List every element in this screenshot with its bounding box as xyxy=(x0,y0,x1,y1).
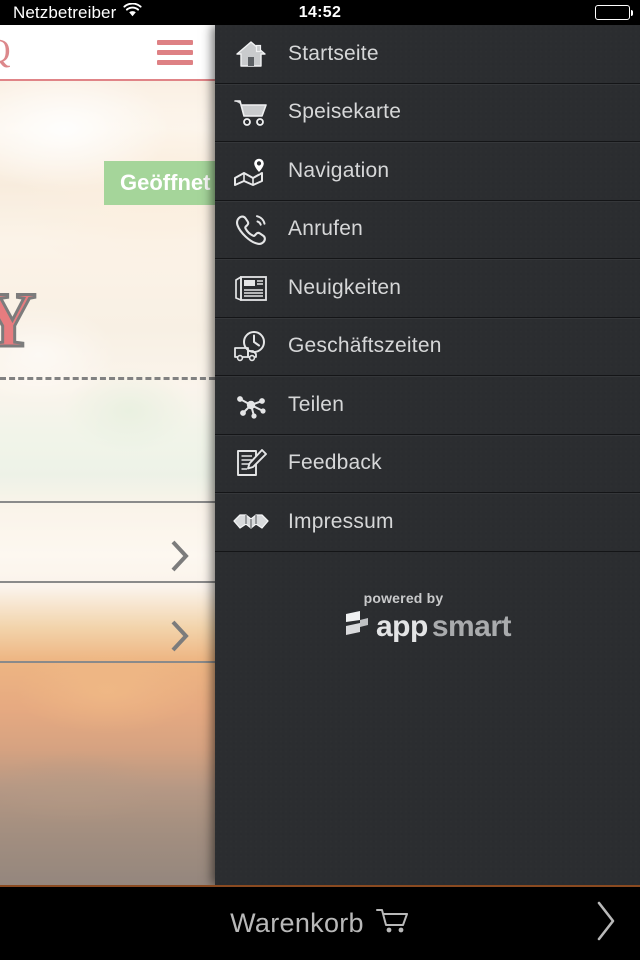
battery-full-icon xyxy=(595,5,633,20)
status-badge: Geöffnet xyxy=(104,161,215,205)
list-divider xyxy=(0,661,215,663)
list-divider xyxy=(0,501,215,503)
share-nodes-icon xyxy=(228,385,274,425)
home-icon xyxy=(228,34,274,74)
hero-pizza-image: Geöffnet Y xyxy=(0,81,215,885)
menu-item-geschaeftszeiten[interactable]: Geschäftszeiten xyxy=(215,318,640,376)
chevron-right-icon[interactable] xyxy=(594,900,618,947)
menu-item-label: Teilen xyxy=(288,392,345,416)
menu-item-label: Geschäftszeiten xyxy=(288,334,442,358)
menu-item-anrufen[interactable]: Anrufen xyxy=(215,201,640,259)
brand-logo: Q xyxy=(0,35,11,69)
hamburger-icon[interactable] xyxy=(157,39,193,65)
status-bar-right xyxy=(595,5,633,20)
cart-bar[interactable]: Warenkorb xyxy=(0,885,640,960)
chevron-right-icon[interactable] xyxy=(169,539,191,578)
shopping-cart-icon xyxy=(375,907,410,940)
app-screen: Netzbetreiber 14:52 Q xyxy=(0,0,640,960)
chevron-right-icon[interactable] xyxy=(169,619,191,658)
shopping-cart-icon xyxy=(228,92,274,132)
menu-item-label: Speisekarte xyxy=(288,100,402,124)
map-pin-icon xyxy=(228,151,274,191)
menu-item-label: Anrufen xyxy=(288,217,363,241)
menu-item-label: Neuigkeiten xyxy=(288,275,402,299)
menu-item-teilen[interactable]: Teilen xyxy=(215,376,640,435)
restaurant-logo: Y xyxy=(0,276,38,363)
menu-item-impressum[interactable]: Impressum xyxy=(215,493,640,552)
menu-item-label: Startseite xyxy=(288,41,379,65)
document-pencil-icon xyxy=(228,443,274,483)
brand-app-label: app xyxy=(375,609,428,643)
list-divider xyxy=(0,581,215,583)
menu-item-navigation[interactable]: Navigation xyxy=(215,142,640,201)
handshake-icon xyxy=(228,502,274,542)
clock-truck-icon xyxy=(228,326,274,366)
menu-item-label: Navigation xyxy=(288,158,390,182)
menu-item-feedback[interactable]: Feedback xyxy=(215,435,640,493)
menu-item-label: Impressum xyxy=(288,509,394,533)
appsmart-brand: app smart xyxy=(344,609,512,644)
menu-item-speisekarte[interactable]: Speisekarte xyxy=(215,84,640,142)
menu-item-neuigkeiten[interactable]: Neuigkeiten xyxy=(215,259,640,318)
clock-label: 14:52 xyxy=(298,3,342,21)
powered-by-block: powered by app smart xyxy=(215,590,640,644)
dashed-divider xyxy=(0,377,215,380)
menu-item-startseite[interactable]: Startseite xyxy=(215,25,640,84)
phone-icon xyxy=(228,209,274,249)
status-bar: Netzbetreiber 14:52 xyxy=(0,0,640,25)
newspaper-icon xyxy=(228,268,274,308)
background-app-content: Q Geöffnet Y xyxy=(0,25,215,885)
cart-label: Warenkorb xyxy=(230,908,364,938)
app-header: Q xyxy=(0,25,215,81)
powered-by-label: powered by xyxy=(363,590,444,606)
navigation-drawer: Startseite Speisekarte Navigation Anrufe… xyxy=(215,25,640,885)
appsmart-logo-icon xyxy=(344,609,372,644)
brand-smart-label: smart xyxy=(431,609,512,643)
menu-item-label: Feedback xyxy=(288,451,382,475)
